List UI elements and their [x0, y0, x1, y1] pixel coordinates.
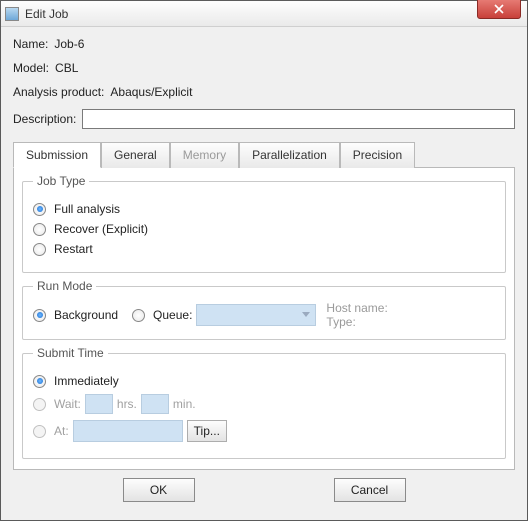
ok-button[interactable]: OK: [123, 478, 195, 502]
chevron-down-icon: [299, 307, 313, 323]
run-mode-legend: Run Mode: [33, 279, 96, 293]
radio-full-analysis[interactable]: [33, 203, 46, 216]
product-label: Analysis product:: [13, 85, 104, 99]
label-host-name: Host name:: [326, 301, 387, 315]
titlebar: Edit Job: [1, 1, 527, 27]
label-at: At:: [54, 424, 69, 438]
radio-background[interactable]: [33, 309, 46, 322]
wait-hours-input: [85, 394, 113, 414]
tab-strip: Submission General Memory Parallelizatio…: [13, 141, 515, 167]
group-submit-time: Submit Time Immediately Wait: hrs. min. …: [22, 346, 506, 459]
radio-recover[interactable]: [33, 223, 46, 236]
tab-submission[interactable]: Submission: [13, 142, 101, 168]
radio-wait: [33, 398, 46, 411]
cancel-button[interactable]: Cancel: [334, 478, 406, 502]
radio-restart[interactable]: [33, 243, 46, 256]
dialog-content: Name: Job-6 Model: CBL Analysis product:…: [1, 27, 527, 520]
label-queue: Queue:: [153, 308, 192, 322]
tab-general[interactable]: General: [101, 142, 170, 168]
dialog-button-row: OK Cancel: [13, 470, 515, 512]
radio-row-wait: Wait: hrs. min.: [33, 394, 495, 414]
close-icon: [494, 4, 504, 14]
model-value: CBL: [55, 61, 78, 75]
label-recover: Recover (Explicit): [54, 222, 148, 236]
label-type: Type:: [326, 315, 387, 329]
label-immediately: Immediately: [54, 374, 119, 388]
tab-parallelization[interactable]: Parallelization: [239, 142, 340, 168]
label-full-analysis: Full analysis: [54, 202, 120, 216]
tab-memory[interactable]: Memory: [170, 142, 239, 168]
description-input[interactable]: [82, 109, 515, 129]
radio-queue[interactable]: [132, 309, 145, 322]
name-value: Job-6: [54, 37, 84, 51]
group-run-mode: Run Mode Background Queue: Host name: Ty: [22, 279, 506, 340]
label-wait: Wait:: [54, 397, 81, 411]
tab-panel-submission: Job Type Full analysis Recover (Explicit…: [13, 167, 515, 470]
tip-button[interactable]: Tip...: [187, 420, 227, 442]
radio-row-immediately[interactable]: Immediately: [33, 374, 495, 388]
window-title: Edit Job: [25, 7, 68, 21]
radio-row-recover[interactable]: Recover (Explicit): [33, 222, 495, 236]
description-label: Description:: [13, 112, 76, 126]
edit-job-dialog: Edit Job Name: Job-6 Model: CBL Analysis…: [0, 0, 528, 521]
wait-minutes-input: [141, 394, 169, 414]
label-restart: Restart: [54, 242, 93, 256]
label-hrs: hrs.: [117, 397, 137, 411]
app-icon: [5, 7, 19, 21]
model-label: Model:: [13, 61, 49, 75]
name-label: Name:: [13, 37, 48, 51]
job-type-legend: Job Type: [33, 174, 89, 188]
label-background: Background: [54, 308, 118, 322]
submit-time-legend: Submit Time: [33, 346, 108, 360]
radio-row-at: At: Tip...: [33, 420, 495, 442]
queue-side-labels: Host name: Type:: [326, 301, 387, 329]
at-time-input: [73, 420, 183, 442]
radio-row-full-analysis[interactable]: Full analysis: [33, 202, 495, 216]
label-min: min.: [173, 397, 196, 411]
queue-combobox[interactable]: [196, 304, 316, 326]
radio-at: [33, 425, 46, 438]
product-value: Abaqus/Explicit: [110, 85, 192, 99]
close-button[interactable]: [477, 0, 521, 19]
tab-precision[interactable]: Precision: [340, 142, 415, 168]
group-job-type: Job Type Full analysis Recover (Explicit…: [22, 174, 506, 273]
radio-immediately[interactable]: [33, 375, 46, 388]
radio-row-restart[interactable]: Restart: [33, 242, 495, 256]
